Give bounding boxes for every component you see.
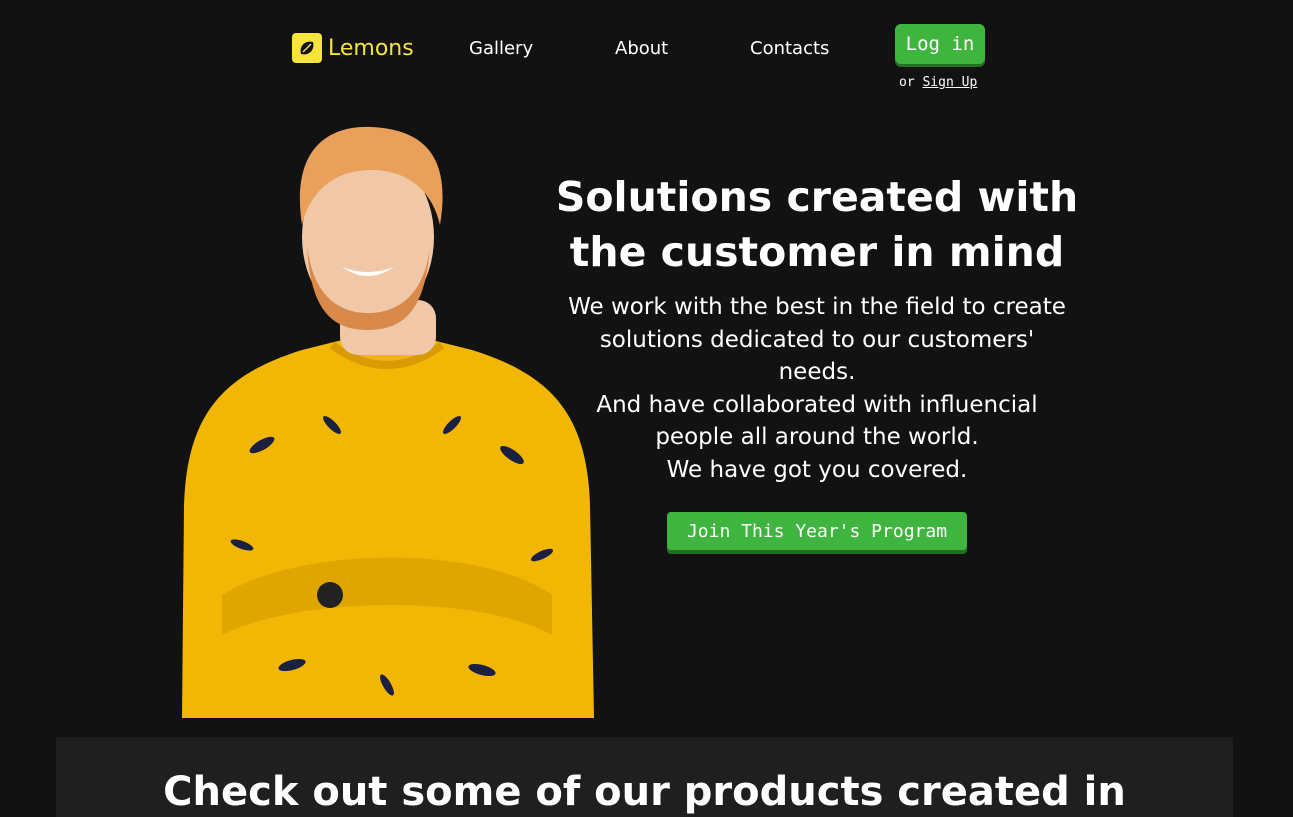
nav-link-about[interactable]: About bbox=[615, 38, 668, 59]
nav-link-contacts[interactable]: Contacts bbox=[750, 38, 829, 59]
hero-description: We work with the best in the field to cr… bbox=[537, 291, 1097, 486]
hero-person-photo bbox=[182, 126, 594, 718]
hero-title-line-1: Solutions created with bbox=[555, 173, 1079, 221]
products-section: Check out some of our products created i… bbox=[56, 737, 1233, 817]
nav-link-gallery[interactable]: Gallery bbox=[469, 38, 533, 59]
hero-desc-line: people all around the world. bbox=[655, 424, 979, 450]
products-title: Check out some of our products created i… bbox=[163, 769, 1126, 815]
logo[interactable]: Lemons bbox=[292, 33, 414, 63]
hero-desc-line: We work with the best in the field to cr… bbox=[568, 294, 1066, 320]
hero-title-line-2: the customer in mind bbox=[569, 228, 1065, 276]
hero-desc-line: solutions dedicated to our customers' bbox=[599, 326, 1035, 353]
signup-link[interactable]: Sign Up bbox=[922, 75, 977, 90]
hero-desc-line: And have collaborated with influencial bbox=[596, 391, 1038, 418]
hero-desc-line: We have got you covered. bbox=[666, 456, 968, 483]
hero-desc-line: needs. bbox=[778, 359, 856, 385]
logo-text: Lemons bbox=[328, 35, 414, 61]
login-button[interactable]: Log in bbox=[895, 24, 985, 64]
or-text: or bbox=[899, 75, 915, 90]
lemon-icon bbox=[292, 33, 322, 63]
hero-title: Solutions created with the customer in m… bbox=[537, 170, 1097, 280]
signup-row: or Sign Up bbox=[899, 75, 977, 90]
join-program-button[interactable]: Join This Year's Program bbox=[667, 512, 967, 550]
